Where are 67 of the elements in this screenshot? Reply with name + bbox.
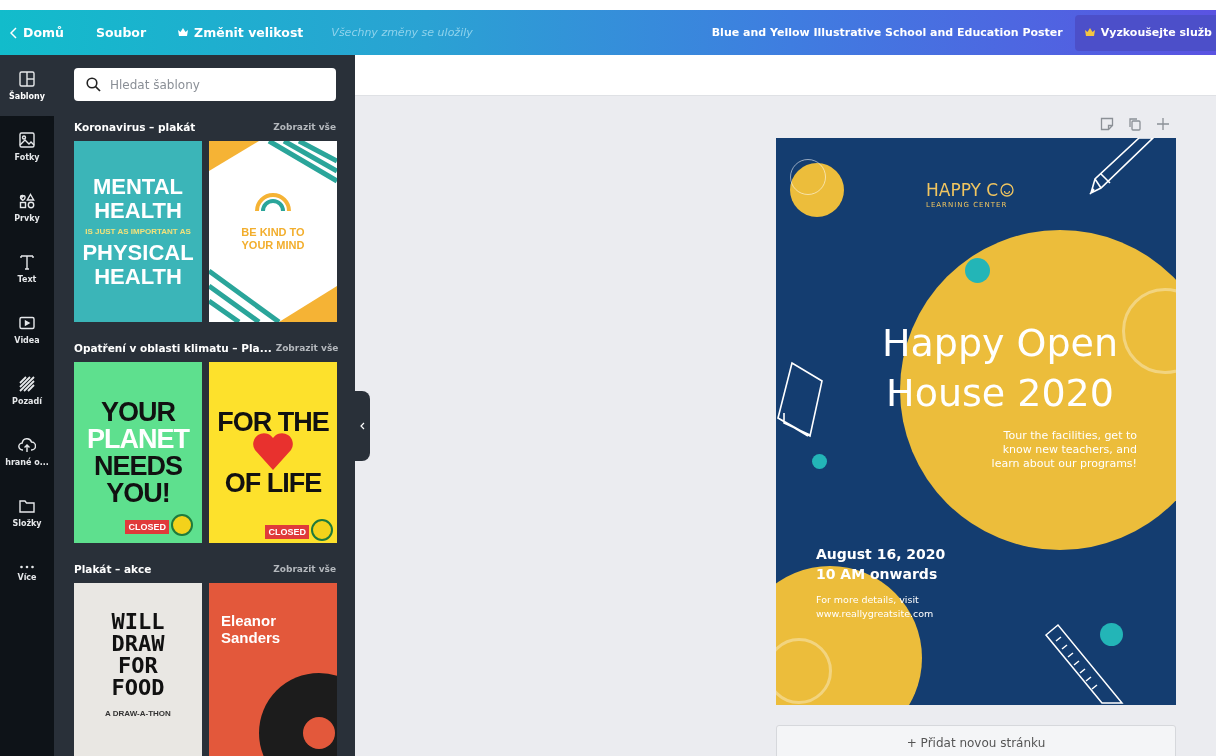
- thumbnail-text: FOOD: [111, 677, 165, 699]
- videos-icon: [18, 314, 36, 332]
- duplicate-icon[interactable]: [1128, 117, 1142, 131]
- thumbnail-text: FOR THE: [217, 408, 329, 436]
- collapse-panel-button[interactable]: [355, 391, 370, 461]
- seal-icon: [171, 514, 193, 536]
- poster-tagline: Tour the facilities, get to know new teachers, and learn about our programs!: [991, 429, 1137, 471]
- thumbnail-text: WILL: [111, 611, 165, 633]
- seal-icon: [311, 519, 333, 541]
- section-title: Koronavirus – plakát: [74, 121, 196, 133]
- template-thumbnail[interactable]: Eleanor Sanders: [209, 583, 337, 756]
- thumbnail-text: PHYSICAL: [82, 241, 194, 264]
- crown-icon: [178, 28, 189, 37]
- note-icon[interactable]: [1100, 117, 1114, 131]
- see-all-link[interactable]: Zobrazit vše: [275, 343, 339, 353]
- more-icon: [18, 565, 36, 569]
- section-title: Opatření v oblasti klimatu – Pla...: [74, 342, 272, 354]
- thumbnail-subtitle: A DRAW-A-THON: [105, 709, 171, 718]
- thumbnail-text: YOUR MIND: [241, 239, 305, 251]
- see-all-link[interactable]: Zobrazit vše: [273, 564, 336, 574]
- section-title: Plakát – akce: [74, 563, 152, 575]
- photos-icon: [18, 131, 36, 149]
- thumbnail-text: DRAW: [111, 633, 165, 655]
- template-thumbnail[interactable]: YOUR PLANET NEEDS YOU! CLOSED: [74, 362, 202, 543]
- add-icon[interactable]: [1156, 117, 1170, 131]
- template-thumbnail[interactable]: WILL DRAW FOR FOOD A DRAW-A-THON: [74, 583, 202, 756]
- folders-icon: [18, 497, 36, 515]
- elements-icon: [18, 192, 36, 210]
- brand-logo: HAPPY C: [926, 180, 1015, 200]
- dot-shape: [1100, 623, 1123, 646]
- ring-shape: [776, 638, 832, 704]
- thumbnail-text: OF LIFE: [224, 469, 322, 497]
- thumbnail-text: PLANET: [87, 425, 189, 453]
- uploads-icon: [18, 436, 36, 454]
- thumbnail-text: MENTAL: [93, 175, 183, 198]
- smiley-icon: [1000, 183, 1015, 197]
- see-all-link[interactable]: Zobrazit vše: [273, 122, 336, 132]
- thumbnail-text: YOU!: [106, 479, 170, 507]
- search-icon: [86, 77, 101, 92]
- crown-icon: [1084, 28, 1095, 37]
- dot-shape: [812, 454, 827, 469]
- document-title: Blue and Yellow Illustrative School and Education Poster: [711, 26, 1063, 39]
- thumbnail-text: YOUR: [101, 398, 175, 426]
- thumbnail-text: NEEDS: [94, 452, 182, 480]
- templates-icon: [18, 70, 36, 88]
- thumbnail-text: IS JUST AS IMPORTANT AS: [85, 227, 191, 236]
- event-date: August 16, 2020 10 AM onwards: [816, 545, 946, 584]
- text-icon: [18, 253, 36, 271]
- thumbnail-text: FOR: [118, 655, 158, 677]
- thumbnail-text: Eleanor: [221, 613, 277, 630]
- thumbnail-text: Sanders: [221, 629, 281, 646]
- thumbnail-sticker: CLOSED: [265, 525, 309, 539]
- background-icon: [18, 375, 36, 393]
- trial-button[interactable]: Vyzkoušejte služb: [1074, 14, 1216, 51]
- thumbnail-text: HEALTH: [94, 199, 182, 222]
- thumbnail-sticker: CLOSED: [125, 520, 169, 534]
- add-page-button[interactable]: + Přidat novou stránku: [776, 725, 1176, 756]
- chevron-left-icon: [360, 422, 365, 430]
- thumbnail-text: HEALTH: [94, 265, 182, 288]
- save-status: Všechny změny se uložily: [331, 26, 473, 39]
- chevron-left-icon: [10, 26, 17, 39]
- thumbnail-text: BE KIND TO: [241, 226, 305, 238]
- sidebar-tab[interactable]: Šablony: [0, 55, 54, 116]
- circle-shape: [790, 163, 844, 217]
- template-thumbnail[interactable]: FOR THE OF LIFE CLOSED: [209, 362, 337, 543]
- search-field[interactable]: Hledat šablony: [74, 68, 336, 101]
- heart-icon: [252, 432, 294, 470]
